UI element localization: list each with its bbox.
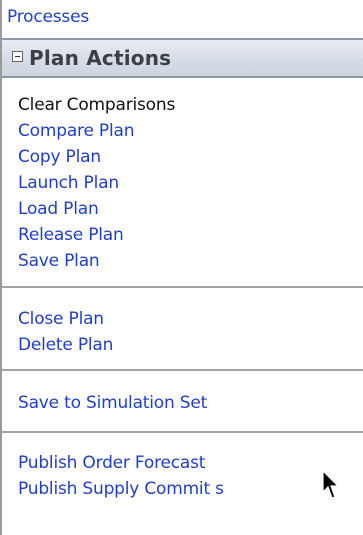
group-divider [2, 431, 363, 433]
publish-supply-commits-link[interactable]: Publish Supply Commit s [18, 479, 224, 499]
copy-plan-link[interactable]: Copy Plan [18, 147, 101, 167]
load-plan-link[interactable]: Load Plan [18, 199, 99, 219]
plan-actions-header[interactable]: Plan Actions [2, 40, 363, 78]
group-divider [2, 286, 363, 288]
processes-link[interactable]: Processes [7, 7, 89, 27]
plan-actions-panel: Processes Plan Actions Clear Comparisons… [0, 0, 363, 535]
minus-square-icon[interactable] [12, 51, 23, 62]
mouse-pointer-icon [322, 470, 340, 499]
delete-plan-link[interactable]: Delete Plan [18, 335, 113, 355]
release-plan-link[interactable]: Release Plan [18, 225, 124, 245]
launch-plan-link[interactable]: Launch Plan [18, 173, 119, 193]
publish-order-forecast-link[interactable]: Publish Order Forecast [18, 453, 205, 473]
panel-left-border [0, 0, 2, 535]
clear-comparisons-item: Clear Comparisons [18, 95, 176, 115]
section-title: Plan Actions [29, 46, 172, 70]
save-plan-link[interactable]: Save Plan [18, 251, 100, 271]
group-divider [2, 369, 363, 371]
close-plan-link[interactable]: Close Plan [18, 309, 104, 329]
save-to-simulation-set-link[interactable]: Save to Simulation Set [18, 393, 207, 413]
compare-plan-link[interactable]: Compare Plan [18, 121, 134, 141]
